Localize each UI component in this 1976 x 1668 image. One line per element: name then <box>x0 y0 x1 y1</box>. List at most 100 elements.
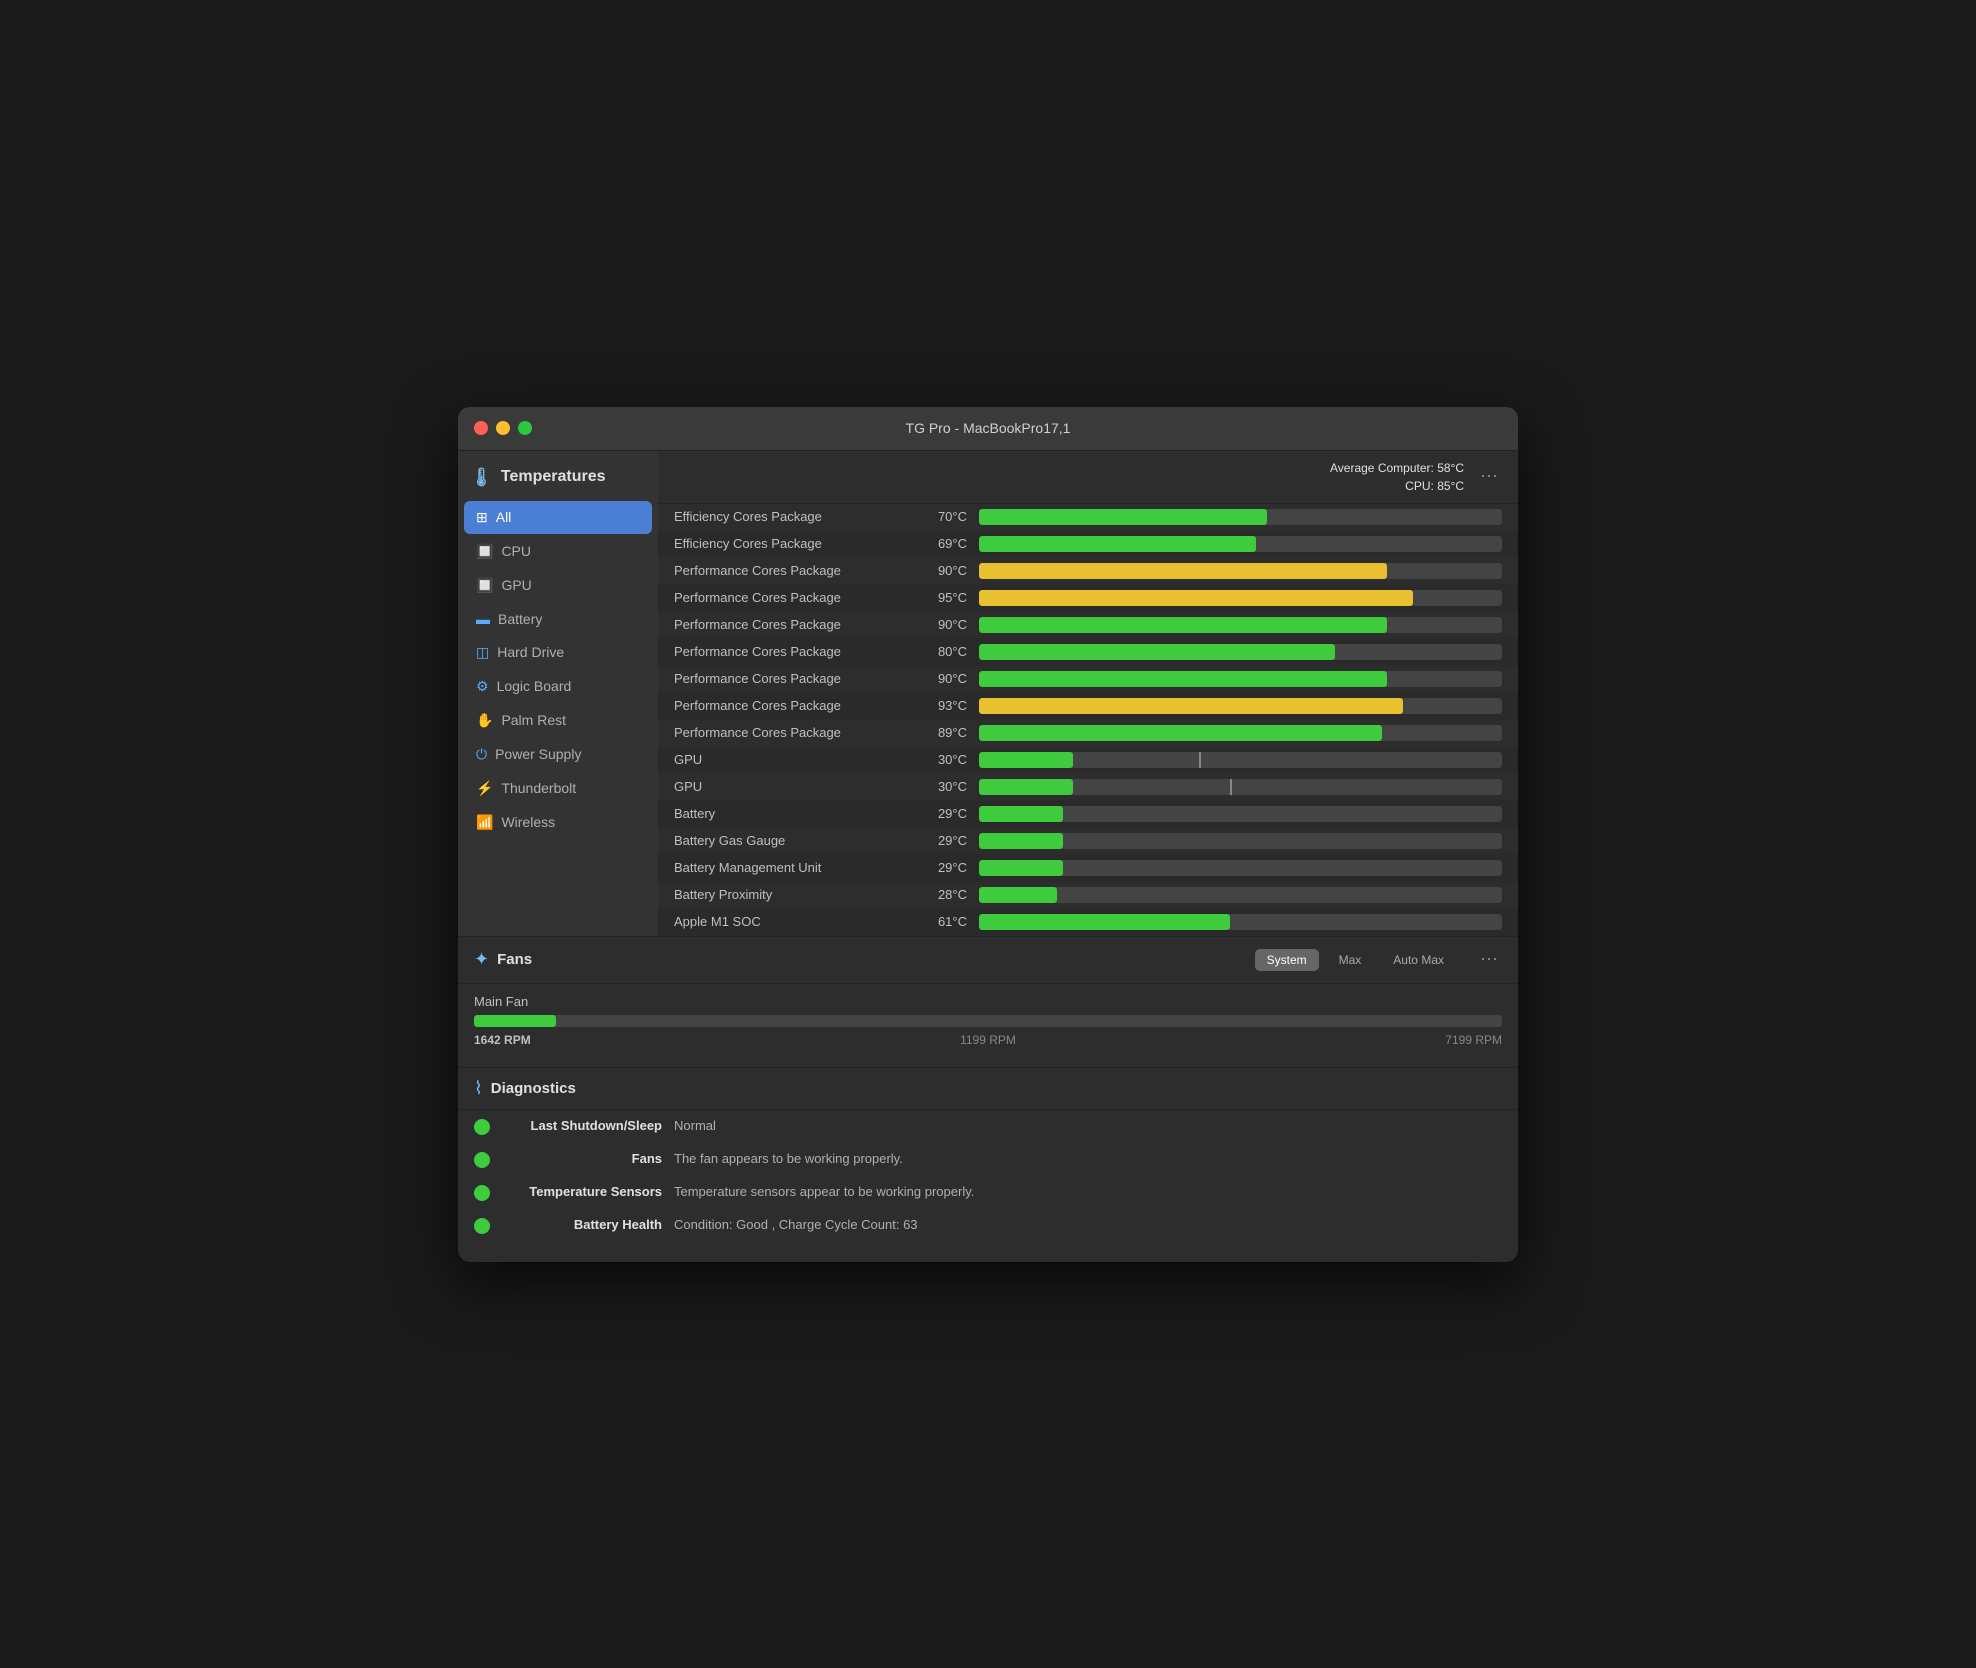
fan-system-button[interactable]: System <box>1255 949 1319 971</box>
main-window: TG Pro - MacBookPro17,1 🌡 Temperatures ⊞… <box>458 407 1518 1262</box>
temp-bar <box>979 698 1403 714</box>
fan-automax-button[interactable]: Auto Max <box>1381 949 1456 971</box>
close-button[interactable] <box>474 421 488 435</box>
temp-bar <box>979 590 1413 606</box>
temp-bar <box>979 671 1387 687</box>
temp-bar <box>979 725 1382 741</box>
minimize-button[interactable] <box>496 421 510 435</box>
temp-bar-container <box>979 752 1502 768</box>
traffic-lights <box>474 421 532 435</box>
temp-value: 30°C <box>924 752 979 767</box>
temp-row: Performance Cores Package 90°C <box>658 666 1518 693</box>
fans-section: ✦ Fans System Max Auto Max ⋯ Main Fan <box>458 937 1518 1068</box>
temp-value: 29°C <box>924 806 979 821</box>
powersupply-icon: ⏻ <box>476 746 487 763</box>
diagnostics-list: Last Shutdown/Sleep Normal Fans The fan … <box>458 1110 1518 1242</box>
temp-value: 95°C <box>924 590 979 605</box>
temp-bar <box>979 536 1256 552</box>
sidebar-label-battery: Battery <box>498 611 542 627</box>
fan-max-rpm: 7199 RPM <box>1445 1033 1502 1047</box>
sidebar-item-all[interactable]: ⊞ All <box>464 501 652 534</box>
temp-bar-container <box>979 887 1502 903</box>
temp-bar <box>979 644 1335 660</box>
sidebar-item-cpu[interactable]: 🔲 CPU <box>464 535 652 568</box>
sidebar-label-harddrive: Hard Drive <box>497 644 564 660</box>
temperature-main: Average Computer: 58°C CPU: 85°C ⋯ Effic… <box>658 451 1518 936</box>
temp-value: 30°C <box>924 779 979 794</box>
temp-bar-container <box>979 509 1502 525</box>
temp-row: Battery Gas Gauge 29°C <box>658 828 1518 855</box>
temp-bar <box>979 617 1387 633</box>
fan-bar-container <box>474 1015 1502 1027</box>
fan-current-rpm: 1642 RPM <box>474 1033 531 1047</box>
temp-name: Performance Cores Package <box>674 671 924 686</box>
temp-name: Efficiency Cores Package <box>674 536 924 551</box>
temp-value: 70°C <box>924 509 979 524</box>
avg-computer-value: 58°C <box>1437 461 1464 475</box>
diag-header: ⌇ Diagnostics <box>458 1068 1518 1110</box>
sidebar-label-powersupply: Power Supply <box>495 746 581 762</box>
sidebar-item-battery[interactable]: ▬ Battery <box>464 603 652 635</box>
maximize-button[interactable] <box>518 421 532 435</box>
diag-label: Battery Health <box>502 1217 662 1232</box>
temp-bar-container <box>979 914 1502 930</box>
temp-bar <box>979 833 1063 849</box>
sidebar-item-wireless[interactable]: 📶 Wireless <box>464 806 652 839</box>
diag-status-dot <box>474 1185 490 1201</box>
sidebar-item-powersupply[interactable]: ⏻ Power Supply <box>464 738 652 771</box>
temp-name: GPU <box>674 752 924 767</box>
cpu-value: 85°C <box>1437 479 1464 493</box>
sidebar-item-palmrest[interactable]: ✋ Palm Rest <box>464 704 652 737</box>
logicboard-icon: ⚙ <box>476 678 489 695</box>
temp-bar-container <box>979 779 1502 795</box>
fans-more-button[interactable]: ⋯ <box>1476 947 1502 973</box>
temp-value: 90°C <box>924 671 979 686</box>
fans-title: Fans <box>497 951 1247 968</box>
temp-bar-container <box>979 590 1502 606</box>
diag-status-dot <box>474 1152 490 1168</box>
temp-bar-container <box>979 806 1502 822</box>
fan-bar <box>474 1015 556 1027</box>
temp-name: Performance Cores Package <box>674 617 924 632</box>
temp-value: 28°C <box>924 887 979 902</box>
fans-header: ✦ Fans System Max Auto Max ⋯ <box>458 937 1518 984</box>
temp-value: 93°C <box>924 698 979 713</box>
main-content: 🌡 Temperatures ⊞ All 🔲 CPU 🔲 GPU ▬ <box>458 451 1518 1262</box>
temp-bar <box>979 752 1073 768</box>
sidebar-item-logicboard[interactable]: ⚙ Logic Board <box>464 670 652 703</box>
titlebar: TG Pro - MacBookPro17,1 <box>458 407 1518 451</box>
diag-row: Battery Health Condition: Good , Charge … <box>458 1209 1518 1242</box>
temp-bar <box>979 779 1073 795</box>
sidebar-item-thunderbolt[interactable]: ⚡ Thunderbolt <box>464 772 652 805</box>
diag-title: Diagnostics <box>491 1080 1502 1097</box>
thermometer-icon: 🌡 <box>470 467 493 488</box>
fan-label: Main Fan <box>474 994 1502 1009</box>
avg-info: Average Computer: 58°C CPU: 85°C <box>1330 459 1464 495</box>
temp-more-button[interactable]: ⋯ <box>1476 464 1502 490</box>
temp-value: 29°C <box>924 833 979 848</box>
diag-value: Normal <box>674 1118 1502 1133</box>
temperature-list: Efficiency Cores Package 70°C Efficiency… <box>658 504 1518 936</box>
sidebar-label-palmrest: Palm Rest <box>501 712 566 728</box>
sidebar-item-harddrive[interactable]: ◫ Hard Drive <box>464 636 652 669</box>
diag-row: Fans The fan appears to be working prope… <box>458 1143 1518 1176</box>
harddrive-icon: ◫ <box>476 644 489 661</box>
temp-row: GPU 30°C <box>658 747 1518 774</box>
temp-name: Efficiency Cores Package <box>674 509 924 524</box>
cpu-icon: 🔲 <box>476 543 493 560</box>
sidebar-label-logicboard: Logic Board <box>497 678 572 694</box>
fan-bar-row <box>474 1015 1502 1027</box>
temp-value: 80°C <box>924 644 979 659</box>
sidebar-item-gpu[interactable]: 🔲 GPU <box>464 569 652 602</box>
temp-bar-container <box>979 617 1502 633</box>
temp-value: 29°C <box>924 860 979 875</box>
temp-name: Performance Cores Package <box>674 698 924 713</box>
temp-row: Efficiency Cores Package 70°C <box>658 504 1518 531</box>
diag-row: Last Shutdown/Sleep Normal <box>458 1110 1518 1143</box>
sidebar-title: Temperatures <box>501 468 606 486</box>
temp-row: Apple M1 SOC 61°C <box>658 909 1518 936</box>
fan-max-button[interactable]: Max <box>1327 949 1374 971</box>
fan-rpm-row: 1642 RPM 1199 RPM 7199 RPM <box>458 1031 1518 1047</box>
gpu-icon: 🔲 <box>476 577 493 594</box>
temp-name: Battery Management Unit <box>674 860 924 875</box>
